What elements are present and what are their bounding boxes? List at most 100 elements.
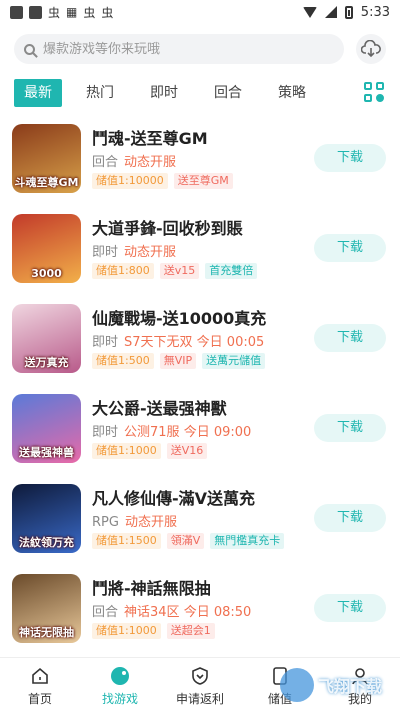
game-type: 即时 — [92, 425, 119, 440]
home-icon — [32, 667, 48, 684]
shield-heart-icon — [192, 667, 208, 685]
game-tags: 储值1:1000 送超会1 — [92, 623, 215, 639]
game-title[interactable]: 仙魔戰場-送10000真充 — [92, 305, 266, 329]
game-type: 即时 — [92, 335, 119, 350]
game-type: RPG — [92, 515, 119, 530]
game-list-item[interactable]: 斗魂至尊GM 鬥魂-送至尊GM 回合 动态开服 储值1:10000 送至尊GM 下载 — [0, 120, 400, 210]
game-tag: 送超会1 — [166, 623, 215, 639]
search-bar[interactable] — [14, 34, 344, 64]
game-thumbnail[interactable]: 送最强神兽 — [12, 394, 81, 463]
cloud-download-icon — [361, 40, 381, 58]
download-button[interactable]: 下载 — [314, 594, 386, 622]
game-meta: 回合 动态开服 — [92, 151, 176, 170]
notification-glyph: 虫 — [83, 5, 96, 20]
notification-icon — [10, 5, 23, 19]
tab-strategy[interactable]: 策略 — [268, 79, 316, 107]
nav-home-label: 首页 — [27, 692, 52, 706]
game-thumbnail-caption: 送万真充 — [24, 356, 69, 369]
game-thumbnail-caption: 斗魂至尊GM — [14, 176, 79, 189]
game-meta: 回合 神话34区 今日 08:50 — [92, 601, 251, 620]
game-tags: 储值1:1500 領滿V 無門檻真充卡 — [92, 533, 285, 549]
notification-glyph: 虫 — [48, 5, 61, 20]
game-tags: 储值1:500 無VIP 送萬元儲值 — [92, 353, 266, 369]
game-tag: 储值1:1500 — [92, 533, 161, 549]
game-tags: 储值1:10000 送至尊GM — [92, 173, 233, 189]
nav-find-games-label: 找游戏 — [101, 692, 138, 706]
game-tag: 送萬元儲值 — [202, 353, 266, 369]
game-thumbnail-caption: 送最强神兽 — [19, 446, 74, 459]
search-row — [14, 33, 386, 65]
nav-home[interactable]: 首页 — [0, 658, 80, 712]
game-list-item[interactable]: 送万真充 仙魔戰場-送10000真充即时 S7天下无双 今日 00:05 储值1:50… — [0, 300, 400, 390]
tab-hot[interactable]: 热门 — [76, 79, 124, 107]
game-title[interactable]: 大道爭鋒-回收秒到賬 — [92, 215, 243, 239]
download-button[interactable]: 下载 — [314, 234, 386, 262]
battery-icon — [344, 5, 353, 19]
download-button[interactable]: 下载 — [314, 414, 386, 442]
download-button[interactable]: 下载 — [314, 324, 386, 352]
category-grid-icon[interactable] — [364, 82, 386, 104]
notification-icon — [29, 5, 42, 19]
download-button[interactable]: 下载 — [314, 504, 386, 532]
game-meta: RPG 动态开服 — [92, 511, 177, 530]
game-meta: 即时 公测71服 今日 09:00 — [92, 421, 251, 440]
watermark-text: 飞翔下载 — [318, 677, 383, 696]
game-title[interactable]: 鬥將-神話無限抽 — [92, 575, 211, 599]
game-tag: 送v15 — [159, 263, 200, 279]
game-tags: 储值1:800 送v15 首充雙倍 — [92, 263, 258, 279]
game-type: 回合 — [92, 155, 119, 170]
game-type: 回合 — [92, 605, 119, 620]
game-tag: 储值1:1000 — [92, 623, 161, 639]
gamepad-icon — [111, 667, 129, 685]
game-thumbnail-caption: 神话无限抽 — [19, 626, 74, 639]
download-manager-button[interactable] — [356, 34, 386, 64]
wifi-icon — [302, 6, 317, 18]
game-tag: 储值1:10000 — [92, 173, 168, 189]
server-status: 动态开服 — [124, 245, 177, 260]
game-tag: 储值1:800 — [92, 263, 154, 279]
game-tag: 储值1:500 — [92, 353, 154, 369]
signal-icon — [324, 6, 337, 18]
game-list-item[interactable]: 神话无限抽 鬥將-神話無限抽回合 神话34区 今日 08:50 储值1:1000 送超会… — [0, 570, 400, 660]
game-tag: 送V16 — [166, 443, 208, 459]
game-list: 斗魂至尊GM 鬥魂-送至尊GM 回合 动态开服 储值1:10000 送至尊GM 下载 3000… — [0, 120, 400, 660]
game-tags: 储值1:1000 送V16 — [92, 443, 208, 459]
nav-rebate-label: 申请返利 — [175, 692, 224, 706]
game-thumbnail[interactable]: 3000 — [12, 214, 81, 283]
game-list-item[interactable]: 法紋领万充 凡人修仙傳-滿V送萬充 RPG 动态开服 储值1:1500 領滿V 無門檻真充卡… — [0, 480, 400, 570]
game-thumbnail[interactable]: 斗魂至尊GM — [12, 124, 81, 193]
status-bar: 虫 ▦ 虫 虫 5:33 — [0, 0, 400, 24]
notification-glyph: 虫 — [101, 5, 114, 20]
game-title[interactable]: 鬥魂-送至尊GM — [92, 125, 208, 149]
game-list-item[interactable]: 送最强神兽 大公爵-送最强神獸即时 公测71服 今日 09:00 储值1:1000 送V… — [0, 390, 400, 480]
watermark: 飞翔下载 — [280, 665, 400, 705]
game-meta: 即时 S7天下无双 今日 00:05 — [92, 331, 264, 350]
server-status: 动态开服 — [124, 155, 177, 170]
game-list-item[interactable]: 3000 大道爭鋒-回收秒到賬即时 动态开服 储值1:800 送v15 首充雙倍 下载 — [0, 210, 400, 300]
nav-rebate[interactable]: 申请返利 — [160, 658, 240, 712]
server-status: 神话34区 今日 08:50 — [124, 605, 252, 620]
server-status: 动态开服 — [124, 515, 177, 530]
game-thumbnail[interactable]: 送万真充 — [12, 304, 81, 373]
download-button[interactable]: 下载 — [314, 144, 386, 172]
watermark-logo-icon — [280, 668, 314, 702]
search-input[interactable] — [41, 40, 315, 58]
game-title[interactable]: 大公爵-送最强神獸 — [92, 395, 227, 419]
nav-find-games[interactable]: 找游戏 — [80, 658, 160, 712]
game-tag: 領滿V — [166, 533, 205, 549]
game-tag: 送至尊GM — [173, 173, 233, 189]
game-tag: 储值1:1000 — [92, 443, 161, 459]
game-thumbnail-caption: 法紋领万充 — [19, 536, 74, 549]
game-title[interactable]: 凡人修仙傳-滿V送萬充 — [92, 485, 255, 509]
category-tabs: 最新 热门 即时 回合 策略 — [14, 79, 386, 107]
tab-realtime[interactable]: 即时 — [140, 79, 188, 107]
tab-latest[interactable]: 最新 — [14, 79, 62, 107]
game-tag: 首充雙倍 — [205, 263, 258, 279]
tab-turn-based[interactable]: 回合 — [204, 79, 252, 107]
game-thumbnail[interactable]: 法紋领万充 — [12, 484, 81, 553]
game-meta: 即时 动态开服 — [92, 241, 176, 260]
clock: 5:33 — [360, 4, 390, 20]
game-thumbnail[interactable]: 神话无限抽 — [12, 574, 81, 643]
server-status: S7天下无双 今日 00:05 — [124, 335, 265, 350]
game-tag: 無VIP — [159, 353, 197, 369]
